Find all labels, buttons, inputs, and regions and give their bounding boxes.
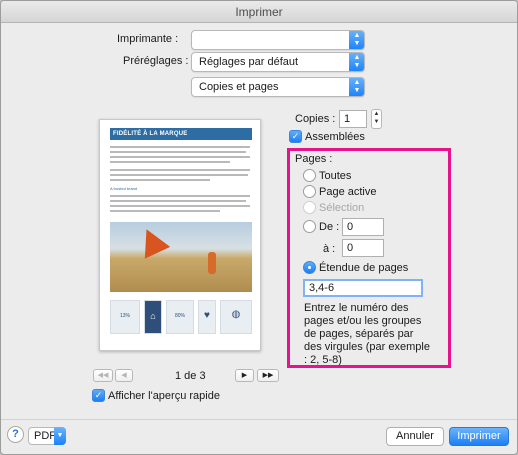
page-range-input[interactable]: 3,4-6: [303, 279, 423, 297]
copies-label: Copies :: [295, 113, 336, 125]
radio-from-label: De :: [319, 221, 340, 233]
radio-selection[interactable]: [303, 201, 316, 214]
building-icon: ⌂: [144, 300, 162, 334]
to-label: à :: [323, 243, 336, 255]
preview-doc-title: FIDÉLITÉ À LA MARQUE: [110, 128, 252, 140]
last-page-button[interactable]: ▶▶: [257, 369, 279, 382]
preview-stats: 13% ⌂ 80% ♥ ◍: [110, 300, 252, 336]
pdf-label: PDF: [34, 430, 56, 442]
help-icon[interactable]: ?: [7, 426, 24, 443]
first-page-button[interactable]: ◀◀: [93, 369, 113, 382]
preview-text-line: [110, 195, 250, 197]
preview-text-line: [110, 205, 250, 207]
preview-subhead: A trusted brand: [110, 186, 138, 191]
preview-text-line: [110, 151, 246, 153]
page-range-help-text: Entrez le numéro des pages et/ou les gro…: [304, 302, 430, 366]
preview-text-line: [110, 156, 250, 158]
copies-stepper[interactable]: ▲ ▼: [371, 109, 382, 129]
copies-input[interactable]: 1: [339, 110, 367, 128]
prev-page-button[interactable]: ◀: [115, 369, 133, 382]
preview-text-line: [110, 179, 210, 181]
next-page-button[interactable]: ▶: [235, 369, 254, 382]
kite-shape: [133, 223, 171, 259]
window-title: Imprimer: [1, 1, 517, 23]
radio-page-range[interactable]: [303, 261, 316, 274]
radio-selection-label: Sélection: [319, 202, 365, 214]
presets-popup[interactable]: Réglages par défaut ▲ ▼: [191, 52, 365, 72]
preview-text-line: [110, 210, 220, 212]
to-page-input[interactable]: 0: [342, 239, 384, 257]
preview-text-line: [110, 146, 250, 148]
show-preview-checkbox[interactable]: ✓: [92, 389, 105, 402]
heart-icon: ♥: [198, 300, 216, 334]
page-indicator: 1 de 3: [175, 370, 206, 382]
preview-text-line: [110, 174, 248, 176]
radio-all-label: Toutes: [319, 170, 352, 182]
child-shape: [208, 252, 216, 274]
collated-label: Assemblées: [305, 131, 365, 143]
up-down-chevron-icon: ▲ ▼: [349, 53, 364, 71]
printer-label: Imprimante :: [117, 33, 179, 45]
up-down-chevron-icon: ▲ ▼: [349, 31, 364, 49]
print-button[interactable]: Imprimer: [449, 427, 509, 446]
radio-all[interactable]: [303, 169, 316, 182]
preview-stat-2: 80%: [166, 300, 194, 334]
print-dialog: Imprimer Imprimante : ▲ ▼ Préréglages : R…: [0, 0, 518, 455]
section-value: Copies et pages: [199, 81, 279, 93]
up-down-chevron-icon: ▲ ▼: [349, 78, 364, 96]
from-page-input[interactable]: 0: [342, 218, 384, 236]
radio-current-page-label: Page active: [319, 186, 377, 198]
preview-text-line: [110, 161, 230, 163]
cancel-button[interactable]: Annuler: [386, 427, 444, 446]
collated-checkbox[interactable]: ✓: [289, 130, 302, 143]
radio-current-page[interactable]: [303, 185, 316, 198]
preview-photo: [110, 222, 252, 292]
radio-page-range-label: Étendue de pages: [319, 262, 409, 274]
preview-text-line: [110, 200, 246, 202]
pages-heading: Pages :: [295, 153, 333, 165]
radio-from[interactable]: [303, 220, 316, 233]
preview-text-line: [110, 169, 250, 171]
presets-value: Réglages par défaut: [199, 56, 299, 68]
printer-popup[interactable]: ▲ ▼: [191, 30, 365, 50]
globe-icon: ◍: [220, 300, 252, 334]
section-popup[interactable]: Copies et pages ▲ ▼: [191, 77, 365, 97]
page-preview: FIDÉLITÉ À LA MARQUE A trusted brand 13%…: [99, 119, 261, 351]
preview-stat-1: 13%: [110, 300, 140, 334]
show-preview-label: Afficher l'aperçu rapide: [108, 390, 220, 402]
pdf-menu-button[interactable]: PDF ▼: [28, 427, 66, 445]
chevron-down-icon: ▼: [54, 427, 66, 445]
presets-label: Préréglages :: [123, 55, 189, 67]
